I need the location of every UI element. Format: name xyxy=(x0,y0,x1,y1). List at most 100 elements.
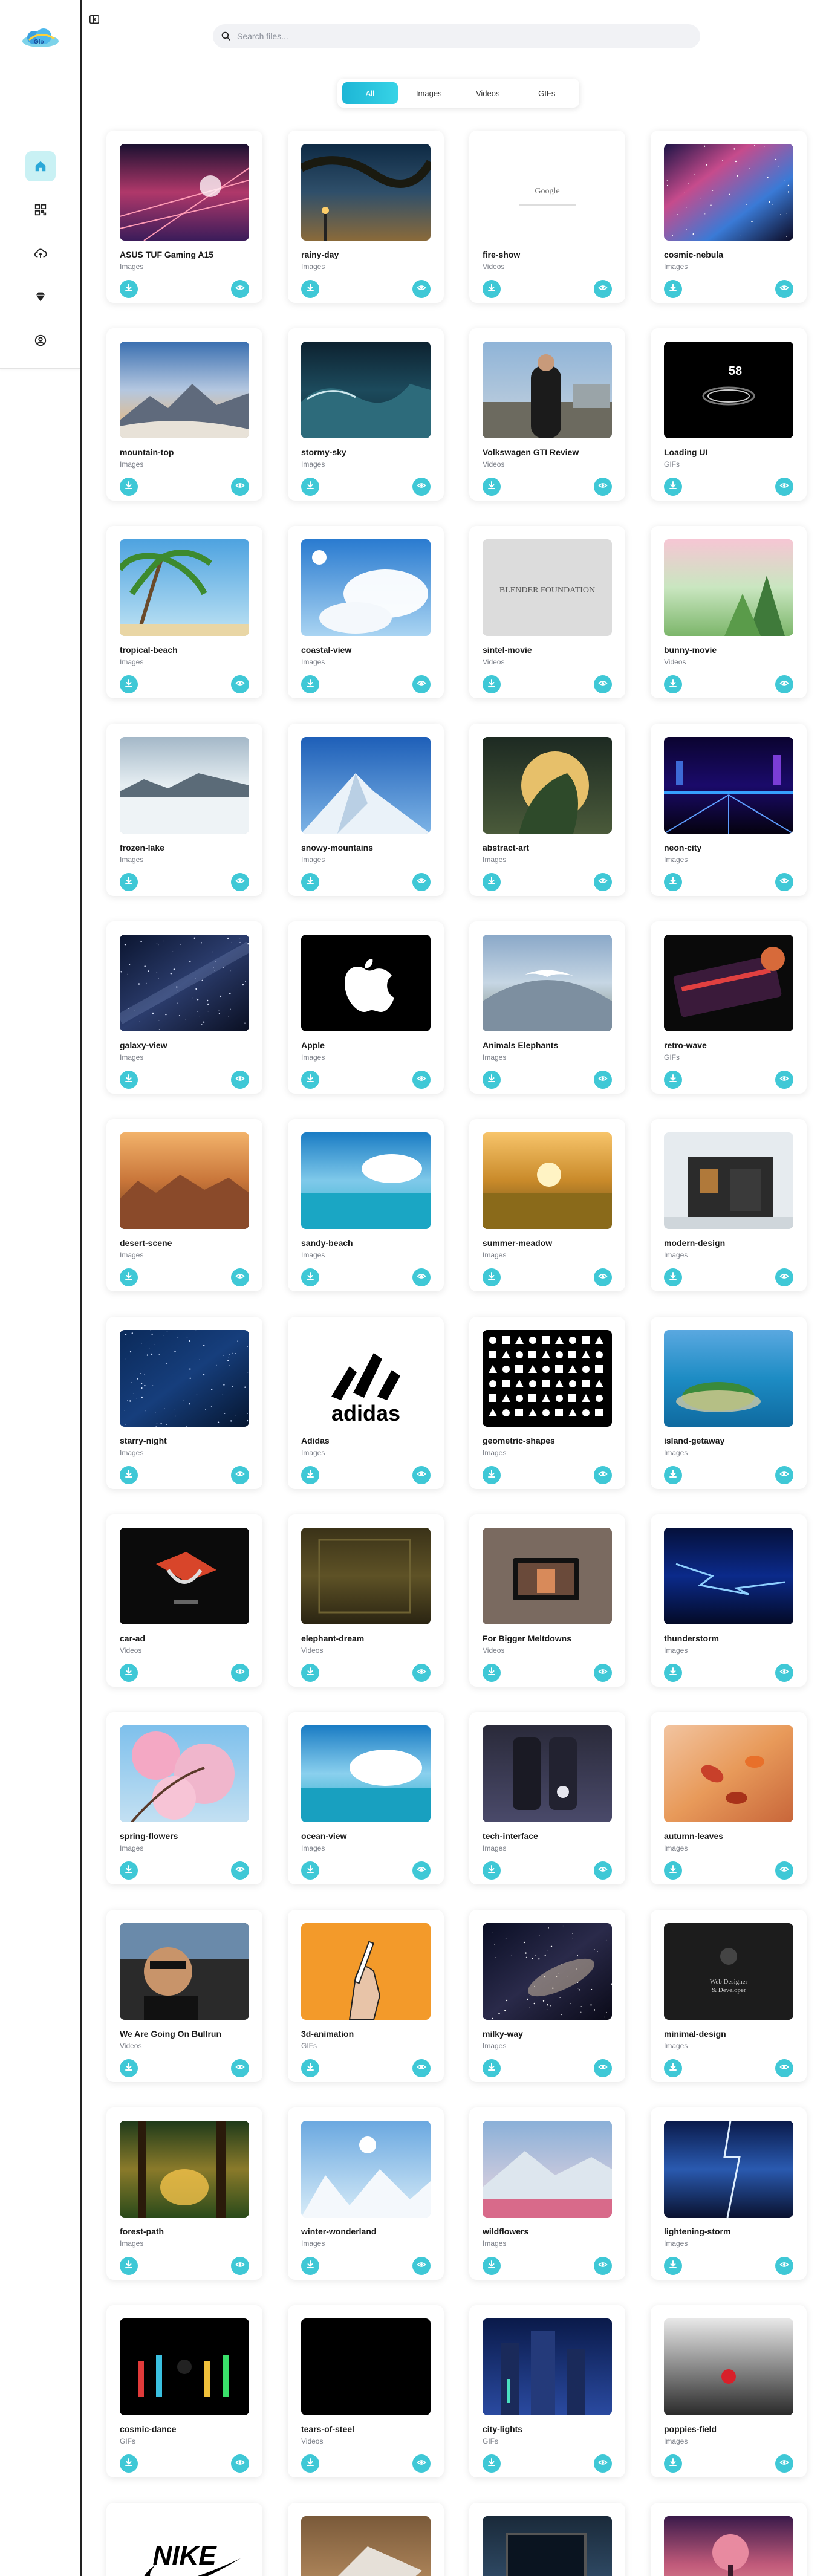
tab-images[interactable]: Images xyxy=(402,82,457,104)
file-card[interactable]: island-getaway Images xyxy=(651,1317,807,1489)
download-button[interactable] xyxy=(664,1466,682,1484)
file-card[interactable]: spring-flowers Images xyxy=(106,1712,262,1884)
download-button[interactable] xyxy=(483,478,501,496)
file-thumbnail[interactable] xyxy=(483,1330,612,1427)
file-card[interactable]: Apple Images xyxy=(288,921,444,1094)
file-thumbnail[interactable] xyxy=(664,1330,793,1427)
preview-button[interactable] xyxy=(775,1861,793,1880)
download-button[interactable] xyxy=(301,1861,319,1880)
sidebar-item-upload[interactable] xyxy=(25,238,56,268)
file-card[interactable]: neon-city Images xyxy=(651,724,807,896)
preview-button[interactable] xyxy=(775,2454,793,2473)
preview-button[interactable] xyxy=(594,873,612,891)
file-thumbnail[interactable]: Google xyxy=(483,144,612,241)
file-card[interactable]: poppies-field Images xyxy=(651,2305,807,2477)
download-button[interactable] xyxy=(664,478,682,496)
file-card[interactable]: Animals Elephants Images xyxy=(469,921,625,1094)
preview-button[interactable] xyxy=(594,1071,612,1089)
preview-button[interactable] xyxy=(594,478,612,496)
sidebar-item-profile[interactable] xyxy=(25,325,56,355)
file-card[interactable]: For Bigger Meltdowns Videos xyxy=(469,1514,625,1687)
download-button[interactable] xyxy=(664,873,682,891)
file-card[interactable]: bunny-movie Videos xyxy=(651,526,807,698)
file-card[interactable]: NIKENikeImages xyxy=(106,2503,262,2576)
download-button[interactable] xyxy=(301,280,319,298)
preview-button[interactable] xyxy=(412,1861,431,1880)
preview-button[interactable] xyxy=(775,1268,793,1286)
file-card[interactable]: sandy-beach Images xyxy=(288,1119,444,1291)
download-button[interactable] xyxy=(483,1466,501,1484)
download-button[interactable] xyxy=(664,2454,682,2473)
file-card[interactable]: autumn-leaves Images xyxy=(651,1712,807,1884)
file-card[interactable]: forest-path Images xyxy=(106,2107,262,2280)
file-thumbnail[interactable] xyxy=(301,1923,431,2020)
file-thumbnail[interactable] xyxy=(664,144,793,241)
file-thumbnail[interactable] xyxy=(483,342,612,438)
preview-button[interactable] xyxy=(594,1861,612,1880)
preview-button[interactable] xyxy=(412,280,431,298)
search-bar[interactable] xyxy=(213,24,700,48)
preview-button[interactable] xyxy=(231,675,249,693)
preview-button[interactable] xyxy=(775,1466,793,1484)
download-button[interactable] xyxy=(483,1664,501,1682)
file-card[interactable]: laptopImages xyxy=(469,2503,625,2576)
file-card[interactable]: lightening-storm Images xyxy=(651,2107,807,2280)
file-thumbnail[interactable] xyxy=(120,1330,249,1427)
file-thumbnail[interactable] xyxy=(301,144,431,241)
file-card[interactable]: 3d-animation GIFs xyxy=(288,1910,444,2082)
file-thumbnail[interactable] xyxy=(120,737,249,834)
download-button[interactable] xyxy=(664,1071,682,1089)
download-button[interactable] xyxy=(301,2059,319,2077)
preview-button[interactable] xyxy=(231,280,249,298)
file-card[interactable]: rainy-day Images xyxy=(288,131,444,303)
download-button[interactable] xyxy=(483,675,501,693)
download-button[interactable] xyxy=(120,1466,138,1484)
download-button[interactable] xyxy=(120,675,138,693)
file-thumbnail[interactable] xyxy=(120,342,249,438)
file-thumbnail[interactable] xyxy=(664,2516,793,2576)
preview-button[interactable] xyxy=(231,2257,249,2275)
download-button[interactable] xyxy=(664,1861,682,1880)
file-thumbnail[interactable] xyxy=(301,2318,431,2415)
file-thumbnail[interactable] xyxy=(664,1725,793,1822)
file-thumbnail[interactable]: adidas xyxy=(301,1330,431,1427)
file-thumbnail[interactable] xyxy=(120,935,249,1031)
download-button[interactable] xyxy=(483,2059,501,2077)
file-card[interactable]: wildflowers Images xyxy=(469,2107,625,2280)
file-thumbnail[interactable] xyxy=(120,144,249,241)
preview-button[interactable] xyxy=(594,2257,612,2275)
preview-button[interactable] xyxy=(775,675,793,693)
file-thumbnail[interactable] xyxy=(483,1528,612,1624)
download-button[interactable] xyxy=(483,2257,501,2275)
download-button[interactable] xyxy=(301,675,319,693)
file-card[interactable]: car-ad Videos xyxy=(106,1514,262,1687)
sidebar-item-home[interactable] xyxy=(25,151,56,181)
download-button[interactable] xyxy=(301,2257,319,2275)
preview-button[interactable] xyxy=(412,2257,431,2275)
sidebar-toggle-button[interactable] xyxy=(88,13,100,25)
file-card[interactable]: tropical-beach Images xyxy=(106,526,262,698)
preview-button[interactable] xyxy=(231,478,249,496)
file-card[interactable]: retro-wave GIFs xyxy=(651,921,807,1094)
tab-videos[interactable]: Videos xyxy=(460,82,516,104)
file-card[interactable]: starry-night Images xyxy=(106,1317,262,1489)
file-card[interactable]: cosmic-dance GIFs xyxy=(106,2305,262,2477)
preview-button[interactable] xyxy=(412,1664,431,1682)
file-thumbnail[interactable] xyxy=(301,2121,431,2218)
file-card[interactable]: frozen-lake Images xyxy=(106,724,262,896)
preview-button[interactable] xyxy=(231,1466,249,1484)
preview-button[interactable] xyxy=(412,478,431,496)
file-card[interactable]: ocean-view Images xyxy=(288,1712,444,1884)
download-button[interactable] xyxy=(120,873,138,891)
file-thumbnail[interactable] xyxy=(120,539,249,636)
download-button[interactable] xyxy=(301,1664,319,1682)
file-thumbnail[interactable] xyxy=(301,935,431,1031)
file-card[interactable]: summer-meadow Images xyxy=(469,1119,625,1291)
file-thumbnail[interactable]: NIKE xyxy=(120,2516,249,2576)
file-card[interactable]: thunderstorm Images xyxy=(651,1514,807,1687)
download-button[interactable] xyxy=(664,2059,682,2077)
download-button[interactable] xyxy=(120,2454,138,2473)
download-button[interactable] xyxy=(120,2257,138,2275)
preview-button[interactable] xyxy=(231,873,249,891)
download-button[interactable] xyxy=(301,2454,319,2473)
